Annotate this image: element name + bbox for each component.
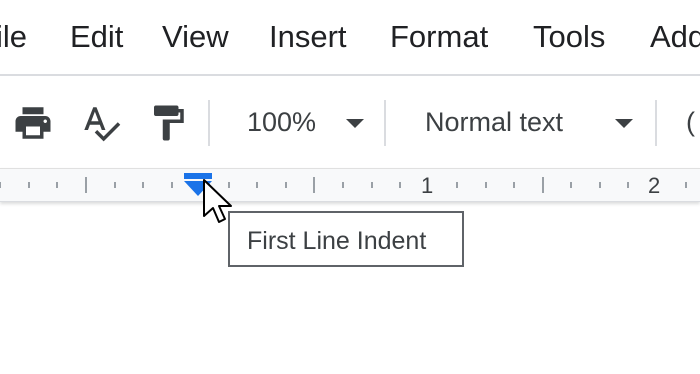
style-chevron-down-icon [615,119,633,128]
tooltip-text: First Line Indent [247,227,427,255]
menu-add-ons[interactable]: Add [650,14,700,60]
menu-format[interactable]: Format [390,14,488,60]
zoom-value: 100% [247,107,317,137]
font-select-partial[interactable]: ( [686,104,695,140]
paragraph-style-value: Normal text [425,107,564,137]
toolbar-separator [384,100,386,146]
docs-window: ile Edit View Insert Format Tools Add 10… [0,0,700,374]
menu-view[interactable]: View [162,14,229,60]
ruler: 1 2 [0,168,700,202]
zoom-select[interactable]: 100% [236,100,372,146]
toolbar: 100% Normal text ( [0,76,700,168]
paint-format-icon[interactable] [147,102,189,144]
toolbar-separator [655,100,657,146]
menu-tools[interactable]: Tools [533,14,605,60]
menu-bar: ile Edit View Insert Format Tools Add [0,0,700,74]
ruler-label-2: 2 [648,173,661,198]
ruler-ticks [0,177,687,193]
menu-insert[interactable]: Insert [269,14,347,60]
menu-file[interactable]: ile [0,14,27,60]
tooltip: First Line Indent [228,211,464,267]
first-line-indent-marker[interactable] [183,172,213,198]
print-icon[interactable] [12,102,54,144]
toolbar-separator [208,100,210,146]
ruler-label-1: 1 [421,173,434,198]
zoom-chevron-down-icon [346,119,364,128]
spellcheck-icon[interactable] [80,102,122,144]
menu-edit[interactable]: Edit [70,14,123,60]
paragraph-style-select[interactable]: Normal text [412,100,642,146]
